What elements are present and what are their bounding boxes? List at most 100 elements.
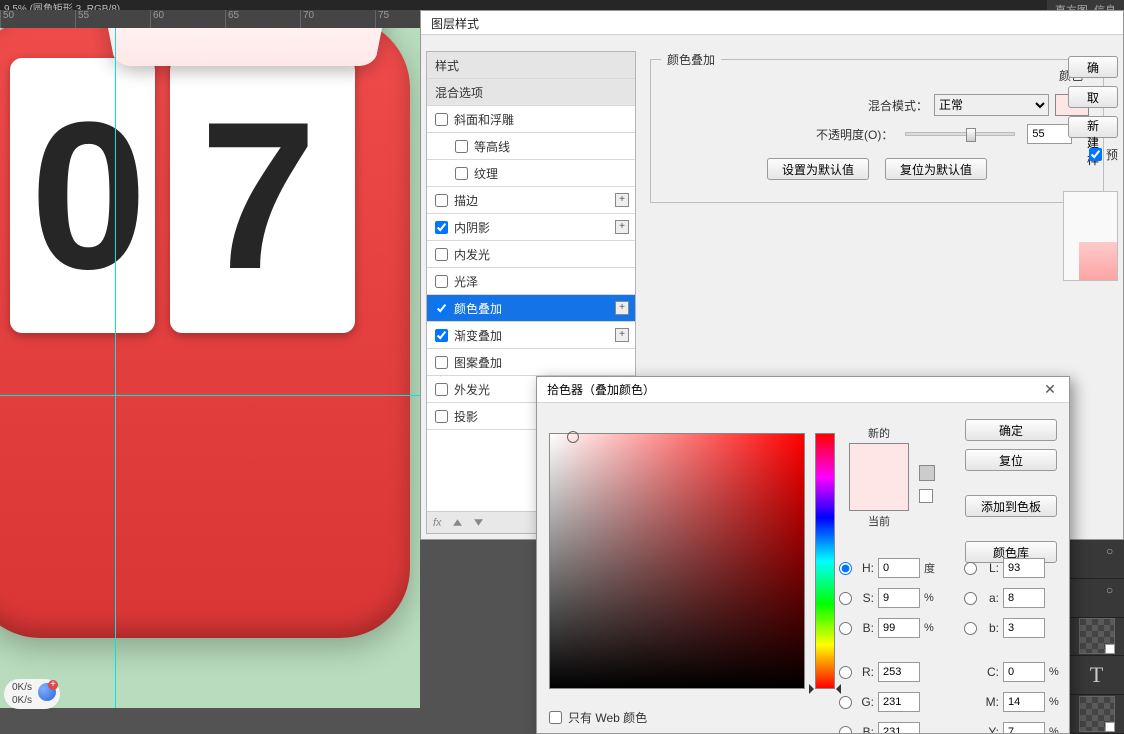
reset-default-button[interactable]: 复位为默认值 xyxy=(885,158,987,180)
effect-label: 内发光 xyxy=(454,246,490,263)
cancel-button[interactable]: 取 xyxy=(1068,86,1118,108)
current-color-label: 当前 xyxy=(849,513,909,529)
l-input[interactable] xyxy=(1003,558,1045,578)
effect-内阴影[interactable]: 内阴影 + xyxy=(427,214,635,241)
ruler-tick: 65 xyxy=(225,10,300,28)
effect-label: 光泽 xyxy=(454,273,478,290)
effect-checkbox[interactable] xyxy=(455,167,468,180)
effect-checkbox[interactable] xyxy=(435,329,448,342)
mode-h-radio[interactable] xyxy=(839,562,852,575)
effect-渐变叠加[interactable]: 渐变叠加+ xyxy=(427,322,635,349)
effect-斜面和浮雕[interactable]: 斜面和浮雕 xyxy=(427,106,635,133)
hue-slider[interactable] xyxy=(815,433,835,689)
effect-checkbox[interactable] xyxy=(435,113,448,126)
c-input[interactable] xyxy=(1003,662,1045,682)
s-input[interactable] xyxy=(878,588,920,608)
blend-mode-label: 混合模式： xyxy=(868,97,928,114)
document-title: 9.5% (圆角矩形 3, RGB/8) xyxy=(0,0,120,10)
effect-label: 等高线 xyxy=(474,138,510,155)
effect-checkbox[interactable] xyxy=(435,410,448,423)
effect-label: 斜面和浮雕 xyxy=(454,111,514,128)
bv-input[interactable] xyxy=(878,618,920,638)
set-default-button[interactable]: 设置为默认值 xyxy=(767,158,869,180)
effect-checkbox[interactable] xyxy=(435,302,448,315)
h-input[interactable] xyxy=(878,558,920,578)
mode-s-radio[interactable] xyxy=(839,592,852,605)
a-input[interactable] xyxy=(1003,588,1045,608)
color-preview-swatch[interactable] xyxy=(849,443,909,511)
guide-vertical[interactable] xyxy=(115,28,116,708)
opacity-label: 不透明度(O)： xyxy=(816,126,893,143)
layer-thumb[interactable] xyxy=(1069,695,1124,734)
dialog-title[interactable]: 图层样式 xyxy=(421,11,1123,35)
netspeed-widget[interactable]: 0K/s 0K/s xyxy=(4,679,60,709)
effect-label: 颜色叠加 xyxy=(454,300,502,317)
preview-checkbox[interactable]: 预 xyxy=(1089,146,1118,163)
effect-checkbox[interactable] xyxy=(435,194,448,207)
saturation-value-field[interactable] xyxy=(549,433,805,689)
effect-图案叠加[interactable]: 图案叠加 xyxy=(427,349,635,376)
close-icon[interactable]: ✕ xyxy=(1041,381,1059,399)
list-header-blend[interactable]: 混合选项 xyxy=(427,79,635,106)
mode-b-radio[interactable] xyxy=(839,622,852,635)
r-input[interactable] xyxy=(878,662,920,682)
effect-checkbox[interactable] xyxy=(435,356,448,369)
effect-纹理[interactable]: 纹理 xyxy=(427,160,635,187)
g-input[interactable] xyxy=(878,692,920,712)
effect-光泽[interactable]: 光泽 xyxy=(427,268,635,295)
effect-内发光[interactable]: 内发光 xyxy=(427,241,635,268)
sv-marker[interactable] xyxy=(567,431,579,443)
arrow-down-icon[interactable] xyxy=(473,517,484,528)
mode-r-radio[interactable] xyxy=(839,666,852,679)
m-input[interactable] xyxy=(1003,692,1045,712)
new-style-button[interactable]: 新建样 xyxy=(1068,116,1118,138)
bc-input[interactable] xyxy=(878,722,920,734)
canvas-area[interactable]: 0 7 xyxy=(0,28,420,708)
add-effect-icon[interactable]: + xyxy=(615,220,629,234)
effect-描边[interactable]: 描边 + xyxy=(427,187,635,214)
fx-icon[interactable]: fx xyxy=(433,517,442,529)
gamut-warning-icon[interactable] xyxy=(919,465,935,481)
mode-a-radio[interactable] xyxy=(964,592,977,605)
effect-checkbox[interactable] xyxy=(435,248,448,261)
picker-reset-button[interactable]: 复位 xyxy=(965,449,1057,471)
web-colors-checkbox[interactable]: 只有 Web 颜色 xyxy=(549,709,647,726)
type-layer-icon[interactable]: T xyxy=(1069,656,1124,695)
effect-label: 投影 xyxy=(454,408,478,425)
effect-checkbox[interactable] xyxy=(435,275,448,288)
mode-g-radio[interactable] xyxy=(839,696,852,709)
add-effect-icon[interactable]: + xyxy=(615,301,629,315)
flip-card-left: 0 xyxy=(10,58,155,333)
list-header-styles[interactable]: 样式 xyxy=(427,52,635,79)
bl-input[interactable] xyxy=(1003,618,1045,638)
mode-bl-radio[interactable] xyxy=(964,622,977,635)
websafe-warning-icon[interactable] xyxy=(919,489,933,503)
guide-horizontal[interactable] xyxy=(0,395,420,396)
group-title: 颜色叠加 xyxy=(661,51,721,68)
ok-button[interactable]: 确 xyxy=(1068,56,1118,78)
mode-bc-radio[interactable] xyxy=(839,726,852,734)
flip-card-right: 7 xyxy=(170,58,355,333)
effect-等高线[interactable]: 等高线 xyxy=(427,133,635,160)
opacity-slider[interactable] xyxy=(905,132,1015,136)
effect-checkbox[interactable] xyxy=(435,221,448,234)
y-input[interactable] xyxy=(1003,722,1045,734)
mode-l-radio[interactable] xyxy=(964,562,977,575)
effect-颜色叠加[interactable]: 颜色叠加 + xyxy=(427,295,635,322)
effect-checkbox[interactable] xyxy=(435,383,448,396)
picker-ok-button[interactable]: 确定 xyxy=(965,419,1057,441)
blend-mode-select[interactable]: 正常 xyxy=(934,94,1049,116)
add-swatch-button[interactable]: 添加到色板 xyxy=(965,495,1057,517)
ruler-tick: 55 xyxy=(75,10,150,28)
panel-row[interactable]: ○ xyxy=(1069,579,1124,618)
add-effect-icon[interactable]: + xyxy=(615,193,629,207)
effect-label: 描边 xyxy=(454,192,478,209)
effect-checkbox[interactable] xyxy=(455,140,468,153)
effect-label: 内阴影 xyxy=(454,219,490,236)
panel-row[interactable]: ○ xyxy=(1069,540,1124,579)
add-effect-icon[interactable]: + xyxy=(615,328,629,342)
effect-label: 外发光 xyxy=(454,381,490,398)
layer-thumb[interactable] xyxy=(1069,618,1124,657)
color-picker-title: 拾色器（叠加颜色） xyxy=(547,381,655,398)
arrow-up-icon[interactable] xyxy=(452,517,463,528)
